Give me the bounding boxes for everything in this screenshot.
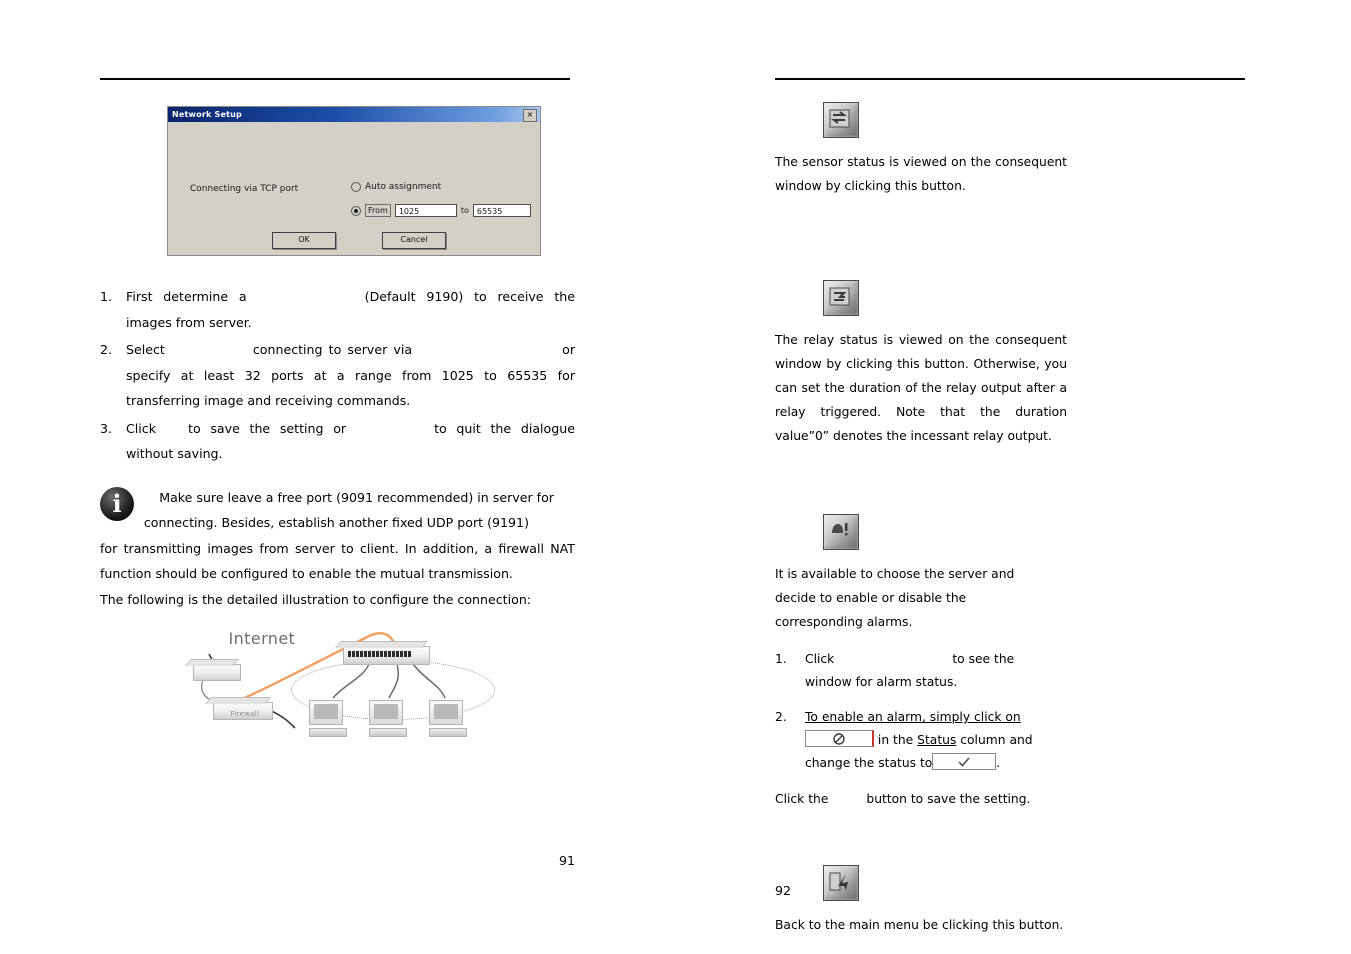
- radio-auto-icon[interactable]: [351, 182, 361, 192]
- setup-step-1: First determine a (Default 9190) to recei…: [100, 284, 575, 335]
- to-label: to: [460, 206, 469, 215]
- internet-label: Internet: [228, 629, 296, 648]
- to-port-input[interactable]: 65535: [472, 204, 531, 217]
- setup-step-2: Select connecting to server via or specify…: [100, 337, 575, 414]
- pc-base: [368, 728, 407, 737]
- step-3-pre: Click: [126, 420, 157, 436]
- save-line-pre: Click the: [775, 792, 829, 806]
- pc-monitor: [428, 700, 463, 725]
- header-rule-left: [100, 78, 570, 80]
- from-label: From: [365, 204, 391, 217]
- radio-range-icon[interactable]: [351, 205, 361, 216]
- alarm-step-2-part2: in the: [877, 733, 914, 747]
- pc-monitor: [368, 700, 403, 725]
- setup-steps-list: First determine a (Default 9190) to recei…: [100, 284, 575, 467]
- save-line-post: button to save the setting.: [866, 792, 1031, 806]
- alarm-step-1-post: to see the window for alarm status.: [805, 652, 1015, 689]
- note-line-3: for transmitting images from server to c…: [100, 540, 575, 582]
- sensor-status-icon[interactable]: [823, 102, 859, 138]
- relay-status-text: The relay status is viewed on the conseq…: [775, 333, 1067, 443]
- note-line-1: Make sure leave a free port (9091 recomm…: [159, 489, 554, 505]
- network-setup-dialog: Network Setup × Connecting via TCP port …: [167, 106, 541, 256]
- dialog-title: Network Setup: [172, 110, 242, 119]
- back-to-main-section: Back to the main menu be clicking this b…: [775, 865, 1251, 937]
- client-pc-2: [368, 700, 407, 737]
- page-number-left: 91: [558, 853, 575, 868]
- modem-device: [192, 664, 241, 681]
- right-page: The sensor status is viewed on the conse…: [675, 0, 1351, 954]
- sensor-status-text: The sensor status is viewed on the conse…: [775, 155, 1067, 193]
- step-1-pre: First determine a: [126, 289, 247, 304]
- alarm-step-1: Click to see the window for alarm status.: [775, 648, 1043, 694]
- network-topology-diagram: Internet Firewall: [173, 624, 503, 746]
- close-icon[interactable]: ×: [523, 109, 537, 122]
- alarm-steps-list: Click to see the window for alarm status.…: [775, 648, 1043, 775]
- note-line-2: connecting. Besides, establish another f…: [143, 515, 529, 530]
- status-badge-disabled[interactable]: [805, 730, 874, 747]
- alarm-step-2-part5: .: [996, 756, 1001, 770]
- alarm-step-1-pre: Click: [805, 652, 835, 666]
- check-icon: [958, 757, 970, 767]
- pc-base: [308, 728, 347, 737]
- alarm-icon[interactable]: [823, 514, 859, 550]
- status-badge-enabled[interactable]: [932, 753, 997, 770]
- setup-step-3: Click to save the setting or to quit the d…: [100, 416, 575, 467]
- info-icon: i: [100, 486, 134, 521]
- firewall-label: Firewall: [230, 710, 260, 718]
- auto-assignment-radio-row[interactable]: Auto assignment: [351, 182, 441, 192]
- alarm-step-2: To enable an alarm, simply click on in t…: [775, 706, 1043, 775]
- client-pc-3: [428, 700, 467, 737]
- alarm-section: It is available to choose the server and…: [775, 514, 1251, 811]
- deny-icon: [833, 732, 845, 745]
- client-pc-1: [308, 700, 347, 737]
- alarm-step-2-status-word: Status: [917, 733, 957, 747]
- auto-assignment-label: Auto assignment: [365, 182, 442, 192]
- step-2-mid: connecting to server via: [252, 342, 413, 357]
- back-to-main-text: Back to the main menu be clicking this b…: [775, 918, 1064, 932]
- relay-status-icon[interactable]: [823, 280, 859, 316]
- pc-monitor: [308, 700, 343, 725]
- port-range-radio-row[interactable]: From 1025 to 65535: [351, 204, 531, 217]
- dialog-body: Connecting via TCP port Auto assignment …: [168, 122, 540, 255]
- sensor-status-section: The sensor status is viewed on the conse…: [775, 102, 1251, 198]
- left-page: Network Setup × Connecting via TCP port …: [0, 0, 675, 954]
- cancel-button[interactable]: Cancel: [382, 232, 446, 249]
- header-rule-right: [775, 78, 1245, 80]
- tcp-port-label: Connecting via TCP port: [190, 184, 299, 194]
- alarm-save-line: Click the button to save the setting.: [775, 787, 1065, 811]
- dialog-title-bar: Network Setup ×: [168, 107, 540, 122]
- switch-ports: [347, 651, 411, 657]
- info-note: i Make sure leave a free port (9091 reco…: [100, 485, 575, 613]
- back-to-main-menu-icon[interactable]: [823, 865, 859, 901]
- page-number-right: 92: [775, 883, 792, 898]
- step-2-pre: Select: [126, 342, 165, 357]
- alarm-step-2-part1: To enable an alarm, simply click on: [805, 710, 1021, 724]
- document-spread: Network Setup × Connecting via TCP port …: [0, 0, 1351, 954]
- pc-base: [428, 728, 467, 737]
- ok-button[interactable]: OK: [272, 232, 336, 249]
- relay-status-section: The relay status is viewed on the conseq…: [775, 280, 1251, 448]
- alarm-intro-text: It is available to choose the server and…: [775, 567, 1015, 629]
- step-3-mid: to save the setting or: [188, 420, 347, 436]
- from-port-input[interactable]: 1025: [394, 204, 457, 217]
- note-line-4: The following is the detailed illustrati…: [100, 591, 532, 607]
